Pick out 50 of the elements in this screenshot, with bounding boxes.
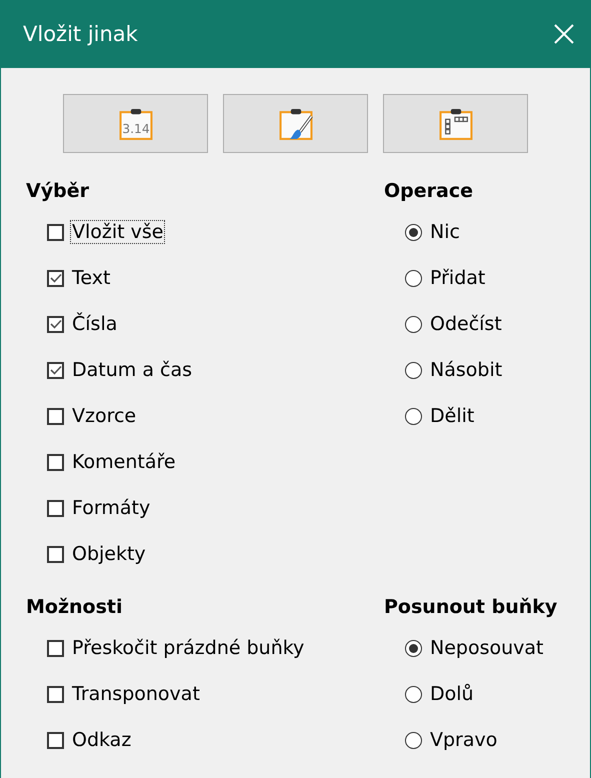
radio-button[interactable] — [405, 270, 422, 286]
checkbox[interactable] — [47, 362, 64, 378]
checkbox[interactable] — [47, 546, 64, 562]
checkbox[interactable] — [47, 408, 64, 424]
checkbox-label[interactable]: Vzorce — [70, 404, 138, 428]
radio-button[interactable] — [405, 224, 422, 240]
checkbox[interactable] — [47, 732, 64, 748]
radio-label[interactable]: Dělit — [428, 404, 476, 428]
checkbox-label[interactable]: Datum a čas — [70, 358, 194, 382]
radio-button[interactable] — [405, 362, 422, 378]
section-title: Možnosti — [26, 595, 124, 620]
checkbox[interactable] — [47, 500, 64, 516]
checkbox[interactable] — [47, 686, 64, 702]
checkbox[interactable] — [47, 270, 64, 286]
radio-label[interactable]: Přidat — [428, 266, 488, 290]
section-title: Posunout buňky — [384, 595, 558, 620]
checkbox-label[interactable]: Vložit vše — [70, 220, 166, 244]
section-title: Výběr — [26, 179, 90, 204]
checkbox-label[interactable]: Odkaz — [70, 728, 134, 752]
clipboard-grid-icon — [436, 106, 474, 140]
window-title: Vložit jinak — [23, 22, 138, 46]
check-icon — [50, 273, 62, 283]
section-title: Operace — [384, 179, 474, 204]
clipboard-brush-icon — [276, 106, 314, 140]
radio-label[interactable]: Vpravo — [428, 728, 500, 752]
check-icon — [50, 365, 62, 375]
radio-label[interactable]: Nic — [428, 220, 462, 244]
checkbox-label[interactable]: Objekty — [70, 542, 148, 566]
radio-button[interactable] — [405, 408, 422, 424]
radio-label[interactable]: Násobit — [428, 358, 504, 382]
checkbox-label[interactable]: Přeskočit prázdné buňky — [70, 636, 306, 660]
radio-label[interactable]: Odečíst — [428, 312, 504, 336]
close-icon[interactable] — [552, 22, 576, 46]
radio-button[interactable] — [405, 732, 422, 748]
radio-button[interactable] — [405, 640, 422, 656]
checkbox-label[interactable]: Transponovat — [70, 682, 202, 706]
checkbox-label[interactable]: Čísla — [70, 312, 120, 336]
checkbox-label[interactable]: Formáty — [70, 496, 152, 520]
checkbox[interactable] — [47, 454, 64, 470]
checkbox-label[interactable]: Komentáře — [70, 450, 178, 474]
radio-button[interactable] — [405, 316, 422, 332]
preset-button[interactable]: 3.14 — [63, 94, 208, 153]
radio-label[interactable]: Dolů — [428, 682, 476, 706]
checkbox-label[interactable]: Text — [70, 266, 112, 290]
checkbox[interactable] — [47, 224, 64, 240]
checkbox[interactable] — [47, 316, 64, 332]
checkbox[interactable] — [47, 640, 64, 656]
check-icon — [50, 319, 62, 329]
radio-button[interactable] — [405, 686, 422, 702]
radio-label[interactable]: Neposouvat — [428, 636, 546, 660]
